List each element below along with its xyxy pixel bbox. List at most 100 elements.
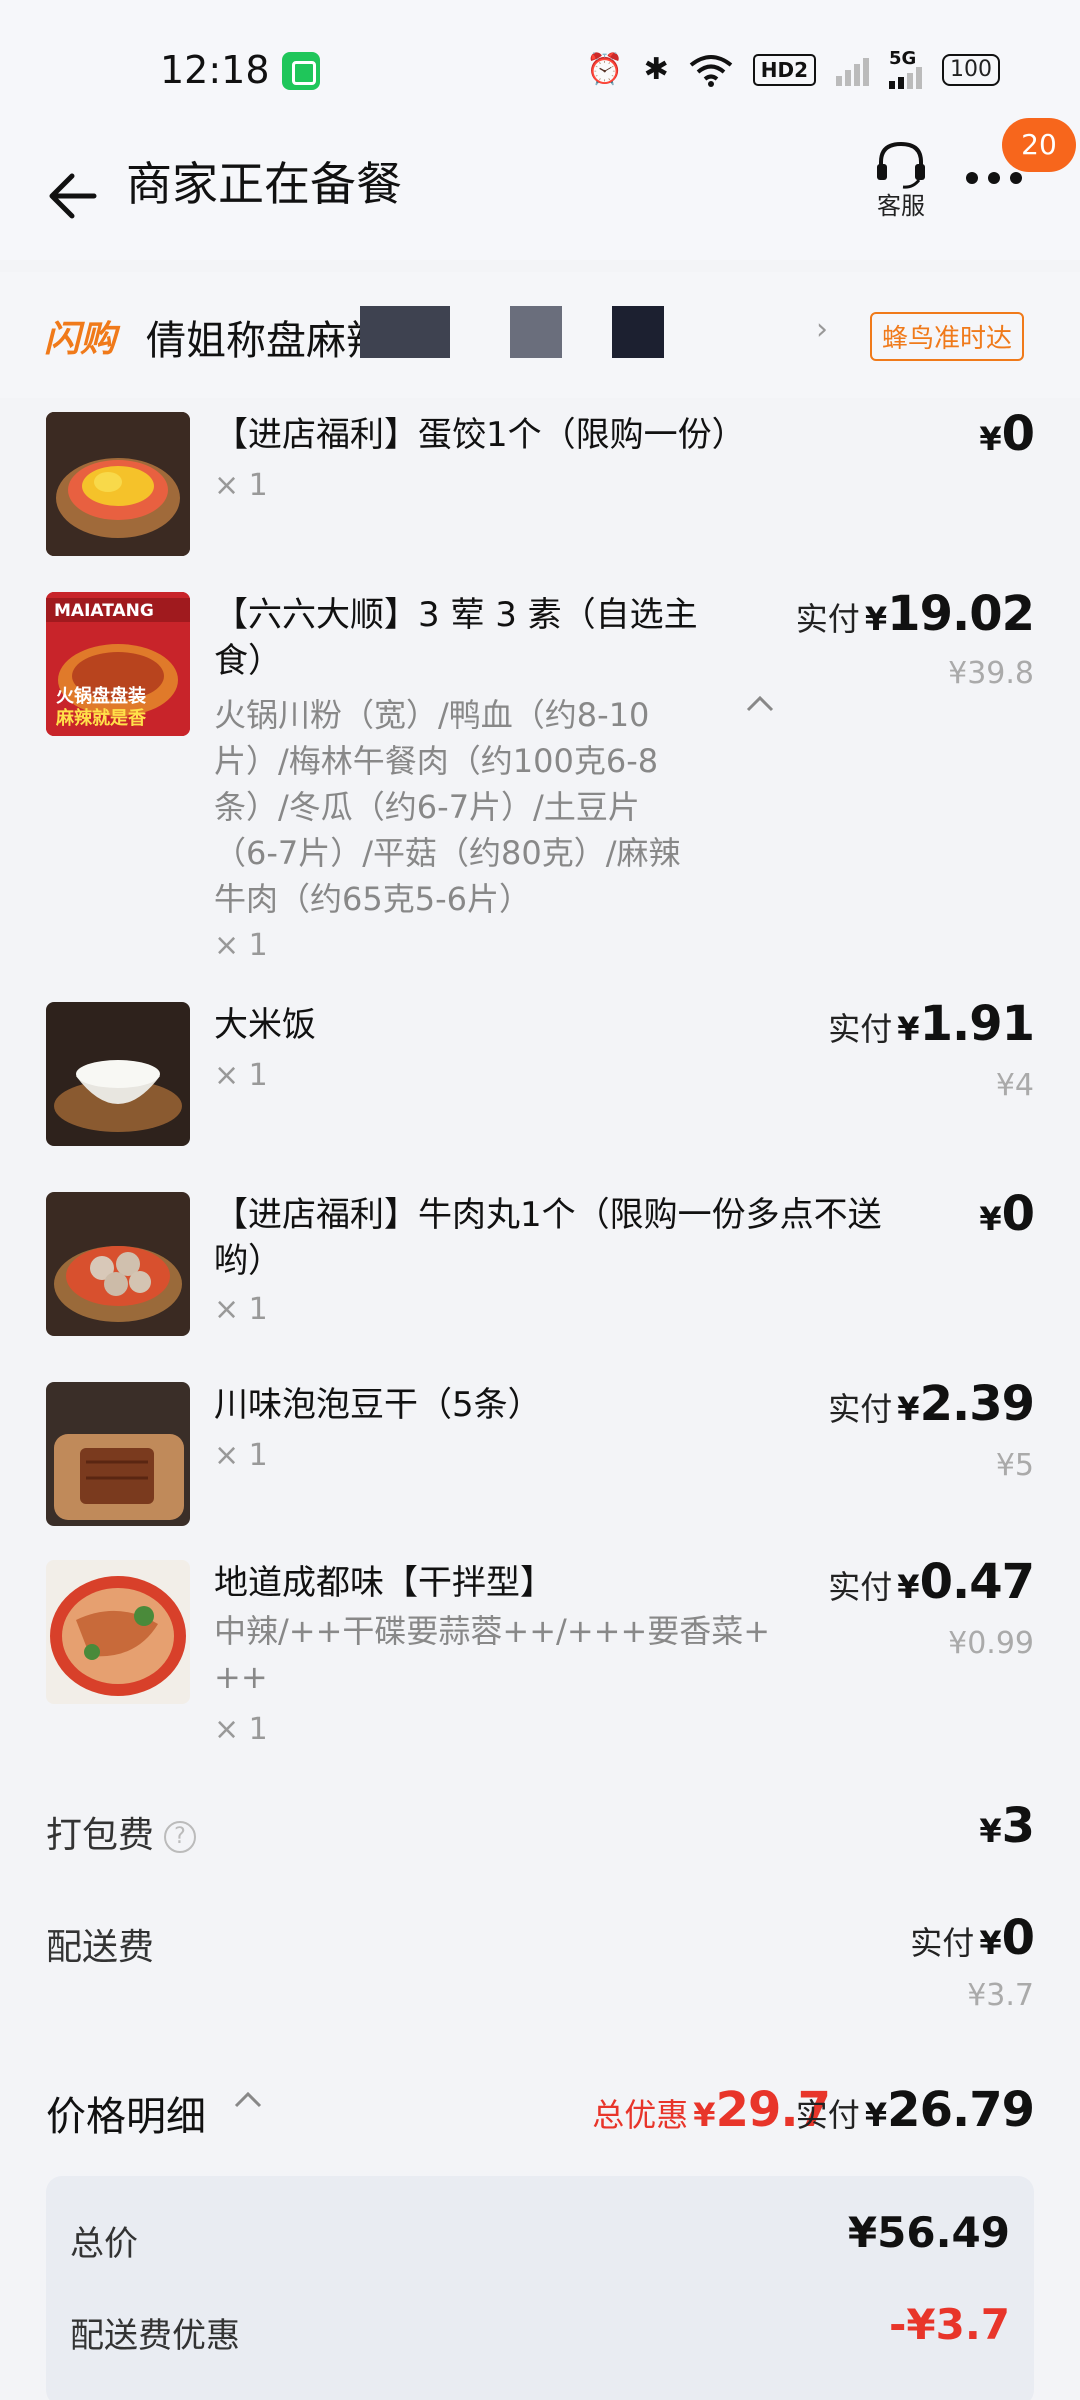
delivery-fee-label: 配送费: [46, 1927, 155, 1968]
redacted-block: [612, 306, 664, 358]
paid-label: 实付: [828, 1010, 893, 1048]
currency-symbol: ¥: [897, 1390, 920, 1428]
paid-label: 实付: [828, 1390, 893, 1428]
wifi-icon: [689, 55, 732, 87]
item-qty: × 1: [214, 1438, 268, 1473]
signal-1-icon: [836, 54, 869, 86]
bluetooth-icon: ✱: [643, 52, 669, 87]
item-price: 实付 ¥1.91: [828, 996, 1035, 1052]
currency-symbol: ¥: [897, 1568, 920, 1606]
thumb-slogan-text: 麻辣就是香: [55, 707, 147, 729]
delivery-fee-row: 配送费 实付 ¥0 ¥3.7: [0, 1910, 1080, 2018]
price-value: 1.91: [919, 996, 1035, 1052]
order-item: 【进店福利】牛肉丸1个（限购一份多点不送 哟） × 1 ¥0: [0, 1186, 1080, 1342]
status-time: 12:18: [160, 48, 270, 92]
app-notification-icon: [282, 52, 320, 90]
item-image: MAIATANG 火锅盘盘装 麻辣就是香: [46, 592, 190, 736]
price-detail-label: 价格明细: [46, 2094, 206, 2140]
item-image: [46, 1382, 190, 1526]
price-detail-row[interactable]: 价格明细 总优惠 ¥29.7 实付 ¥26.79: [0, 2070, 1080, 2150]
price-value: 0: [1001, 406, 1035, 462]
page-title: 商家正在备餐: [126, 157, 402, 211]
item-spec: 中辣/++干碟要蒜蓉++/+++要香菜+ ++: [214, 1608, 770, 1700]
order-item: 川味泡泡豆干（5条） × 1 实付 ¥2.39 ¥5: [0, 1376, 1080, 1532]
item-qty: × 1: [214, 1058, 268, 1093]
spec-line: 中辣/++干碟要蒜蓉++/+++要香菜+: [214, 1612, 771, 1650]
price-summary-box: 总价 ¥56.49 配送费优惠 -¥3.7: [46, 2176, 1034, 2400]
item-price: 实付 ¥0.47: [828, 1554, 1035, 1610]
order-item: 【进店福利】蛋饺1个（限购一份） × 1 ¥0: [0, 406, 1080, 562]
spec-line: （6-7片）/平菇（约80克）/麻辣: [214, 834, 681, 872]
original-price: ¥3.7: [967, 1978, 1034, 2013]
redacted-block: [510, 306, 562, 358]
shop-row[interactable]: 闪购 倩姐称盘麻辣 › 蜂鸟准时达: [0, 272, 1080, 398]
notification-badge: 20: [1002, 118, 1076, 172]
delivery-tag: 蜂鸟准时达: [870, 312, 1025, 361]
final-paid: 实付 ¥26.79: [795, 2082, 1035, 2138]
shop-name: 倩姐称盘麻辣: [146, 318, 386, 364]
currency-symbol: ¥: [979, 1924, 1002, 1962]
alarm-icon: ⏰: [586, 52, 624, 87]
price-value: 2.39: [919, 1376, 1035, 1432]
order-item: MAIATANG 火锅盘盘装 麻辣就是香 【六六大顺】3 荤 3 素（自选主 食…: [0, 586, 1080, 972]
original-price: ¥0.99: [948, 1626, 1034, 1661]
item-qty: × 1: [214, 928, 268, 963]
more-options-icon[interactable]: [966, 172, 1022, 184]
delivery-fee-value: 实付 ¥0: [910, 1910, 1035, 1966]
order-item: 地道成都味【干拌型】 中辣/++干碟要蒜蓉++/+++要香菜+ ++ × 1 实…: [0, 1554, 1080, 1760]
chevron-up-icon: [234, 2091, 262, 2108]
item-price: ¥0: [979, 406, 1035, 462]
back-arrow-icon[interactable]: [44, 156, 100, 236]
service-label: 客服: [877, 192, 925, 220]
item-price: ¥0: [979, 1186, 1035, 1242]
spec-line: 牛肉（约65克5-6片）: [214, 880, 531, 918]
spec-line: 火锅川粉（宽）/鸭血（约8-10: [214, 696, 650, 734]
item-qty: × 1: [214, 468, 268, 503]
item-image: [46, 1002, 190, 1146]
item-title: 大米饭: [214, 1005, 316, 1045]
price-value: 0.47: [919, 1554, 1035, 1610]
currency-symbol: ¥: [979, 420, 1002, 458]
thumb-slogan-text: 火锅盘盘装: [56, 685, 146, 707]
currency-symbol: ¥: [693, 2096, 716, 2134]
network-label: 5G: [889, 48, 917, 69]
item-qty: × 1: [214, 1292, 268, 1327]
currency-symbol: ¥: [979, 1200, 1002, 1238]
item-spec: 火锅川粉（宽）/鸭血（约8-10 片）/梅林午餐肉（约100克6-8 条）/冬瓜…: [214, 692, 681, 922]
total-label: 总价: [70, 2224, 138, 2264]
total-discount: 总优惠 ¥29.7: [592, 2082, 831, 2138]
shangou-logo: 闪购: [44, 319, 117, 360]
paid-label: 实付: [795, 2096, 860, 2134]
item-title: 地道成都味【干拌型】: [214, 1563, 554, 1603]
item-title-line: 【六六大顺】3 荤 3 素（自选主: [214, 595, 698, 635]
packing-fee-row: 打包费? ¥3: [0, 1798, 1080, 1866]
paid-label: 实付: [828, 1568, 893, 1606]
chevron-up-icon[interactable]: [742, 692, 778, 716]
battery-icon: 100: [942, 54, 1000, 86]
item-title: 【六六大顺】3 荤 3 素（自选主 食）: [214, 592, 698, 684]
delivery-discount-value: -¥3.7: [888, 2300, 1010, 2349]
original-price: ¥39.8: [948, 656, 1034, 691]
item-image: [46, 1560, 190, 1704]
customer-service-button[interactable]: 客服: [866, 140, 936, 221]
currency-symbol: ¥: [979, 1812, 1002, 1850]
currency-symbol: ¥: [864, 600, 888, 638]
item-image: [46, 412, 190, 556]
headset-icon: [877, 141, 925, 189]
currency-symbol: ¥: [897, 1010, 920, 1048]
spec-line: 片）/梅林午餐肉（约100克6-8: [214, 742, 659, 780]
help-icon[interactable]: ?: [164, 1821, 197, 1853]
paid-label: 实付: [795, 600, 860, 638]
spec-line: 条）/冬瓜（约6-7片）/土豆片: [214, 788, 640, 826]
price-value: 0: [1001, 1910, 1035, 1966]
final-value: 26.79: [887, 2082, 1035, 2138]
item-title-line: 食）: [214, 641, 282, 681]
delivery-discount-label: 配送费优惠: [70, 2316, 240, 2356]
packing-fee-value: ¥3: [979, 1798, 1035, 1854]
currency-symbol: ¥: [864, 2096, 888, 2134]
total-value: ¥56.49: [847, 2208, 1010, 2257]
price-value: 19.02: [887, 586, 1035, 642]
packing-fee-text: 打包费: [46, 1815, 155, 1856]
status-icons: ⏰ ✱ HD2 5G 100: [586, 50, 1000, 90]
item-title: 川味泡泡豆干（5条）: [214, 1385, 542, 1425]
